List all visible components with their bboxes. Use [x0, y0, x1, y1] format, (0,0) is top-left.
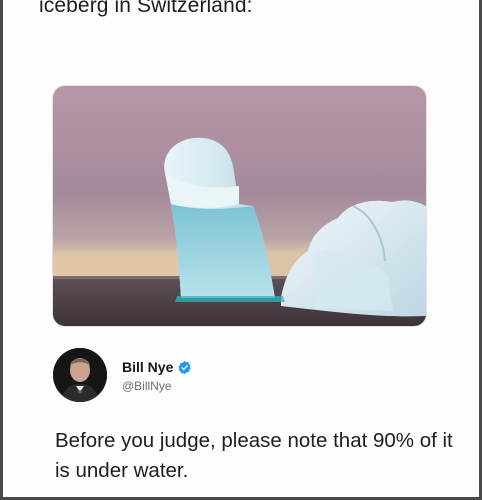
tweet-text: Before you judge, please note that 90% o…	[55, 429, 453, 482]
iceberg-image	[53, 86, 426, 326]
verified-badge-icon	[178, 360, 192, 374]
avatar-portrait-icon	[53, 348, 107, 402]
author-handle[interactable]: @BillNye	[122, 379, 172, 393]
meme-frame: iceberg in Switzerland: Bill Nye @BillNy…	[0, 0, 482, 500]
author-name-row: Bill Nye	[122, 359, 192, 375]
author-name[interactable]: Bill Nye	[122, 359, 173, 375]
post-caption: iceberg in Switzerland:	[39, 0, 253, 17]
tweet-author[interactable]: Bill Nye @BillNye	[53, 348, 433, 404]
iceberg-photo[interactable]	[53, 86, 426, 326]
avatar[interactable]	[53, 348, 107, 402]
